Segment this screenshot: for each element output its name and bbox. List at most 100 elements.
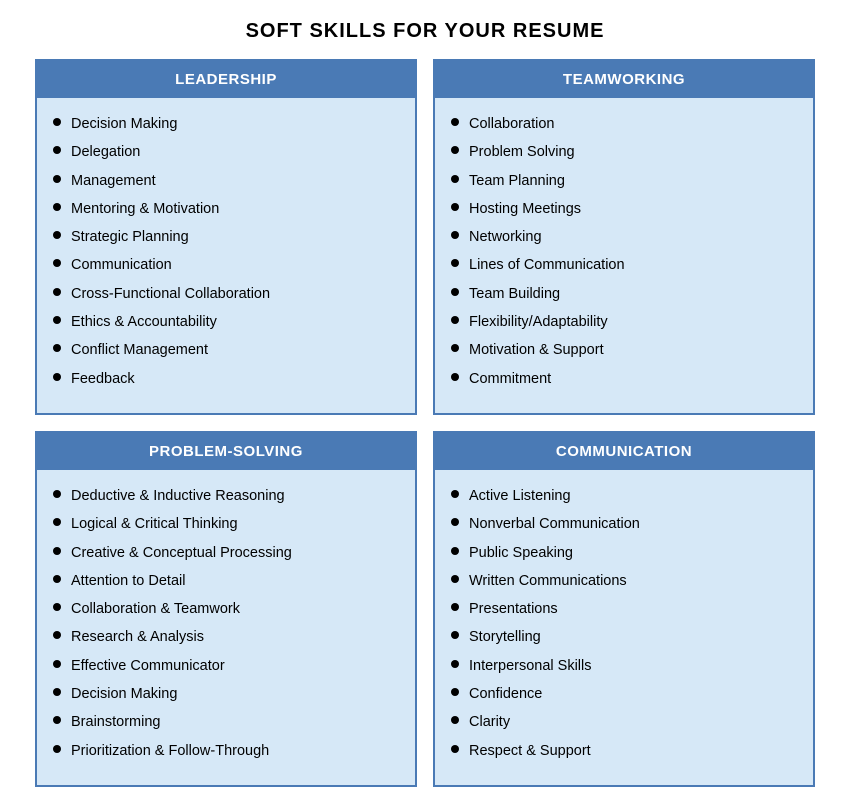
list-item-text: Strategic Planning — [71, 227, 189, 247]
bullet-icon — [53, 288, 61, 296]
bullet-icon — [451, 688, 459, 696]
list-item-text: Decision Making — [71, 684, 177, 704]
list-item: Creative & Conceptual Processing — [53, 543, 395, 563]
list-problem-solving: Deductive & Inductive Reasoning Logical &… — [53, 486, 395, 761]
bullet-icon — [451, 146, 459, 154]
list-item-text: Respect & Support — [469, 741, 591, 761]
list-item-text: Team Planning — [469, 171, 565, 191]
list-item-text: Public Speaking — [469, 543, 573, 563]
list-item: Strategic Planning — [53, 227, 395, 247]
list-item-text: Prioritization & Follow-Through — [71, 741, 269, 761]
skills-grid: LEADERSHIPDecision MakingDelegationManag… — [35, 59, 815, 787]
list-item: Collaboration — [451, 114, 793, 134]
bullet-icon — [451, 231, 459, 239]
list-item-text: Deductive & Inductive Reasoning — [71, 486, 285, 506]
bullet-icon — [53, 231, 61, 239]
list-item-text: Commitment — [469, 369, 551, 389]
list-item-text: Problem Solving — [469, 142, 575, 162]
list-item: Brainstorming — [53, 712, 395, 732]
bullet-icon — [53, 373, 61, 381]
card-teamworking: TEAMWORKINGCollaborationProblem SolvingT… — [433, 59, 815, 415]
list-item: Confidence — [451, 684, 793, 704]
list-item-text: Lines of Communication — [469, 255, 625, 275]
list-item: Nonverbal Communication — [451, 514, 793, 534]
list-item: Deductive & Inductive Reasoning — [53, 486, 395, 506]
page-title: SOFT SKILLS FOR YOUR RESUME — [35, 20, 815, 43]
bullet-icon — [53, 660, 61, 668]
list-communication: Active Listening Nonverbal Communication P… — [451, 486, 793, 761]
list-item-text: Management — [71, 171, 156, 191]
bullet-icon — [451, 259, 459, 267]
list-item: Logical & Critical Thinking — [53, 514, 395, 534]
bullet-icon — [451, 716, 459, 724]
list-item: Motivation & Support — [451, 340, 793, 360]
bullet-icon — [451, 575, 459, 583]
bullet-icon — [451, 373, 459, 381]
bullet-icon — [53, 547, 61, 555]
bullet-icon — [53, 259, 61, 267]
list-item: Delegation — [53, 142, 395, 162]
list-item: Effective Communicator — [53, 656, 395, 676]
header-communication: COMMUNICATION — [435, 433, 813, 470]
list-item: Commitment — [451, 369, 793, 389]
bullet-icon — [53, 175, 61, 183]
bullet-icon — [53, 575, 61, 583]
list-item: Lines of Communication — [451, 255, 793, 275]
list-item: Interpersonal Skills — [451, 656, 793, 676]
list-item-text: Attention to Detail — [71, 571, 185, 591]
list-item-text: Communication — [71, 255, 172, 275]
bullet-icon — [451, 631, 459, 639]
list-item-text: Brainstorming — [71, 712, 160, 732]
list-item-text: Flexibility/Adaptability — [469, 312, 608, 332]
bullet-icon — [53, 316, 61, 324]
bullet-icon — [451, 316, 459, 324]
list-item-text: Presentations — [469, 599, 558, 619]
body-leadership: Decision MakingDelegationManagementMento… — [37, 98, 415, 413]
bullet-icon — [451, 518, 459, 526]
list-item: Decision Making — [53, 684, 395, 704]
body-problem-solving: Deductive & Inductive Reasoning Logical &… — [37, 470, 415, 785]
list-item: Problem Solving — [451, 142, 793, 162]
list-item-text: Logical & Critical Thinking — [71, 514, 238, 534]
bullet-icon — [451, 203, 459, 211]
list-item: Hosting Meetings — [451, 199, 793, 219]
bullet-icon — [53, 203, 61, 211]
list-item: Clarity — [451, 712, 793, 732]
list-item: Team Planning — [451, 171, 793, 191]
list-teamworking: Collaboration Problem Solving Team Plannin… — [451, 114, 793, 389]
list-item-text: Conflict Management — [71, 340, 208, 360]
bullet-icon — [451, 118, 459, 126]
list-item-text: Cross-Functional Collaboration — [71, 284, 270, 304]
list-item-text: Confidence — [469, 684, 542, 704]
list-item-text: Collaboration & Teamwork — [71, 599, 240, 619]
list-item-text: Hosting Meetings — [469, 199, 581, 219]
bullet-icon — [53, 344, 61, 352]
body-communication: Active Listening Nonverbal Communication P… — [435, 470, 813, 785]
list-item: Collaboration & Teamwork — [53, 599, 395, 619]
list-item: Active Listening — [451, 486, 793, 506]
card-leadership: LEADERSHIPDecision MakingDelegationManag… — [35, 59, 417, 415]
list-item: Flexibility/Adaptability — [451, 312, 793, 332]
card-communication: COMMUNICATION Active Listening Nonverbal C… — [433, 431, 815, 787]
list-item: Public Speaking — [451, 543, 793, 563]
bullet-icon — [451, 490, 459, 498]
list-item: Networking — [451, 227, 793, 247]
body-teamworking: Collaboration Problem Solving Team Plannin… — [435, 98, 813, 413]
bullet-icon — [53, 631, 61, 639]
bullet-icon — [53, 688, 61, 696]
bullet-icon — [53, 518, 61, 526]
list-item-text: Creative & Conceptual Processing — [71, 543, 292, 563]
bullet-icon — [451, 745, 459, 753]
bullet-icon — [451, 288, 459, 296]
list-item: Decision Making — [53, 114, 395, 134]
list-item-text: Research & Analysis — [71, 627, 204, 647]
list-item-text: Storytelling — [469, 627, 541, 647]
list-item: Storytelling — [451, 627, 793, 647]
list-leadership: Decision MakingDelegationManagementMento… — [53, 114, 395, 389]
list-item: Respect & Support — [451, 741, 793, 761]
list-item: Management — [53, 171, 395, 191]
list-item-text: Collaboration — [469, 114, 554, 134]
list-item-text: Feedback — [71, 369, 135, 389]
list-item-text: Delegation — [71, 142, 140, 162]
bullet-icon — [53, 146, 61, 154]
